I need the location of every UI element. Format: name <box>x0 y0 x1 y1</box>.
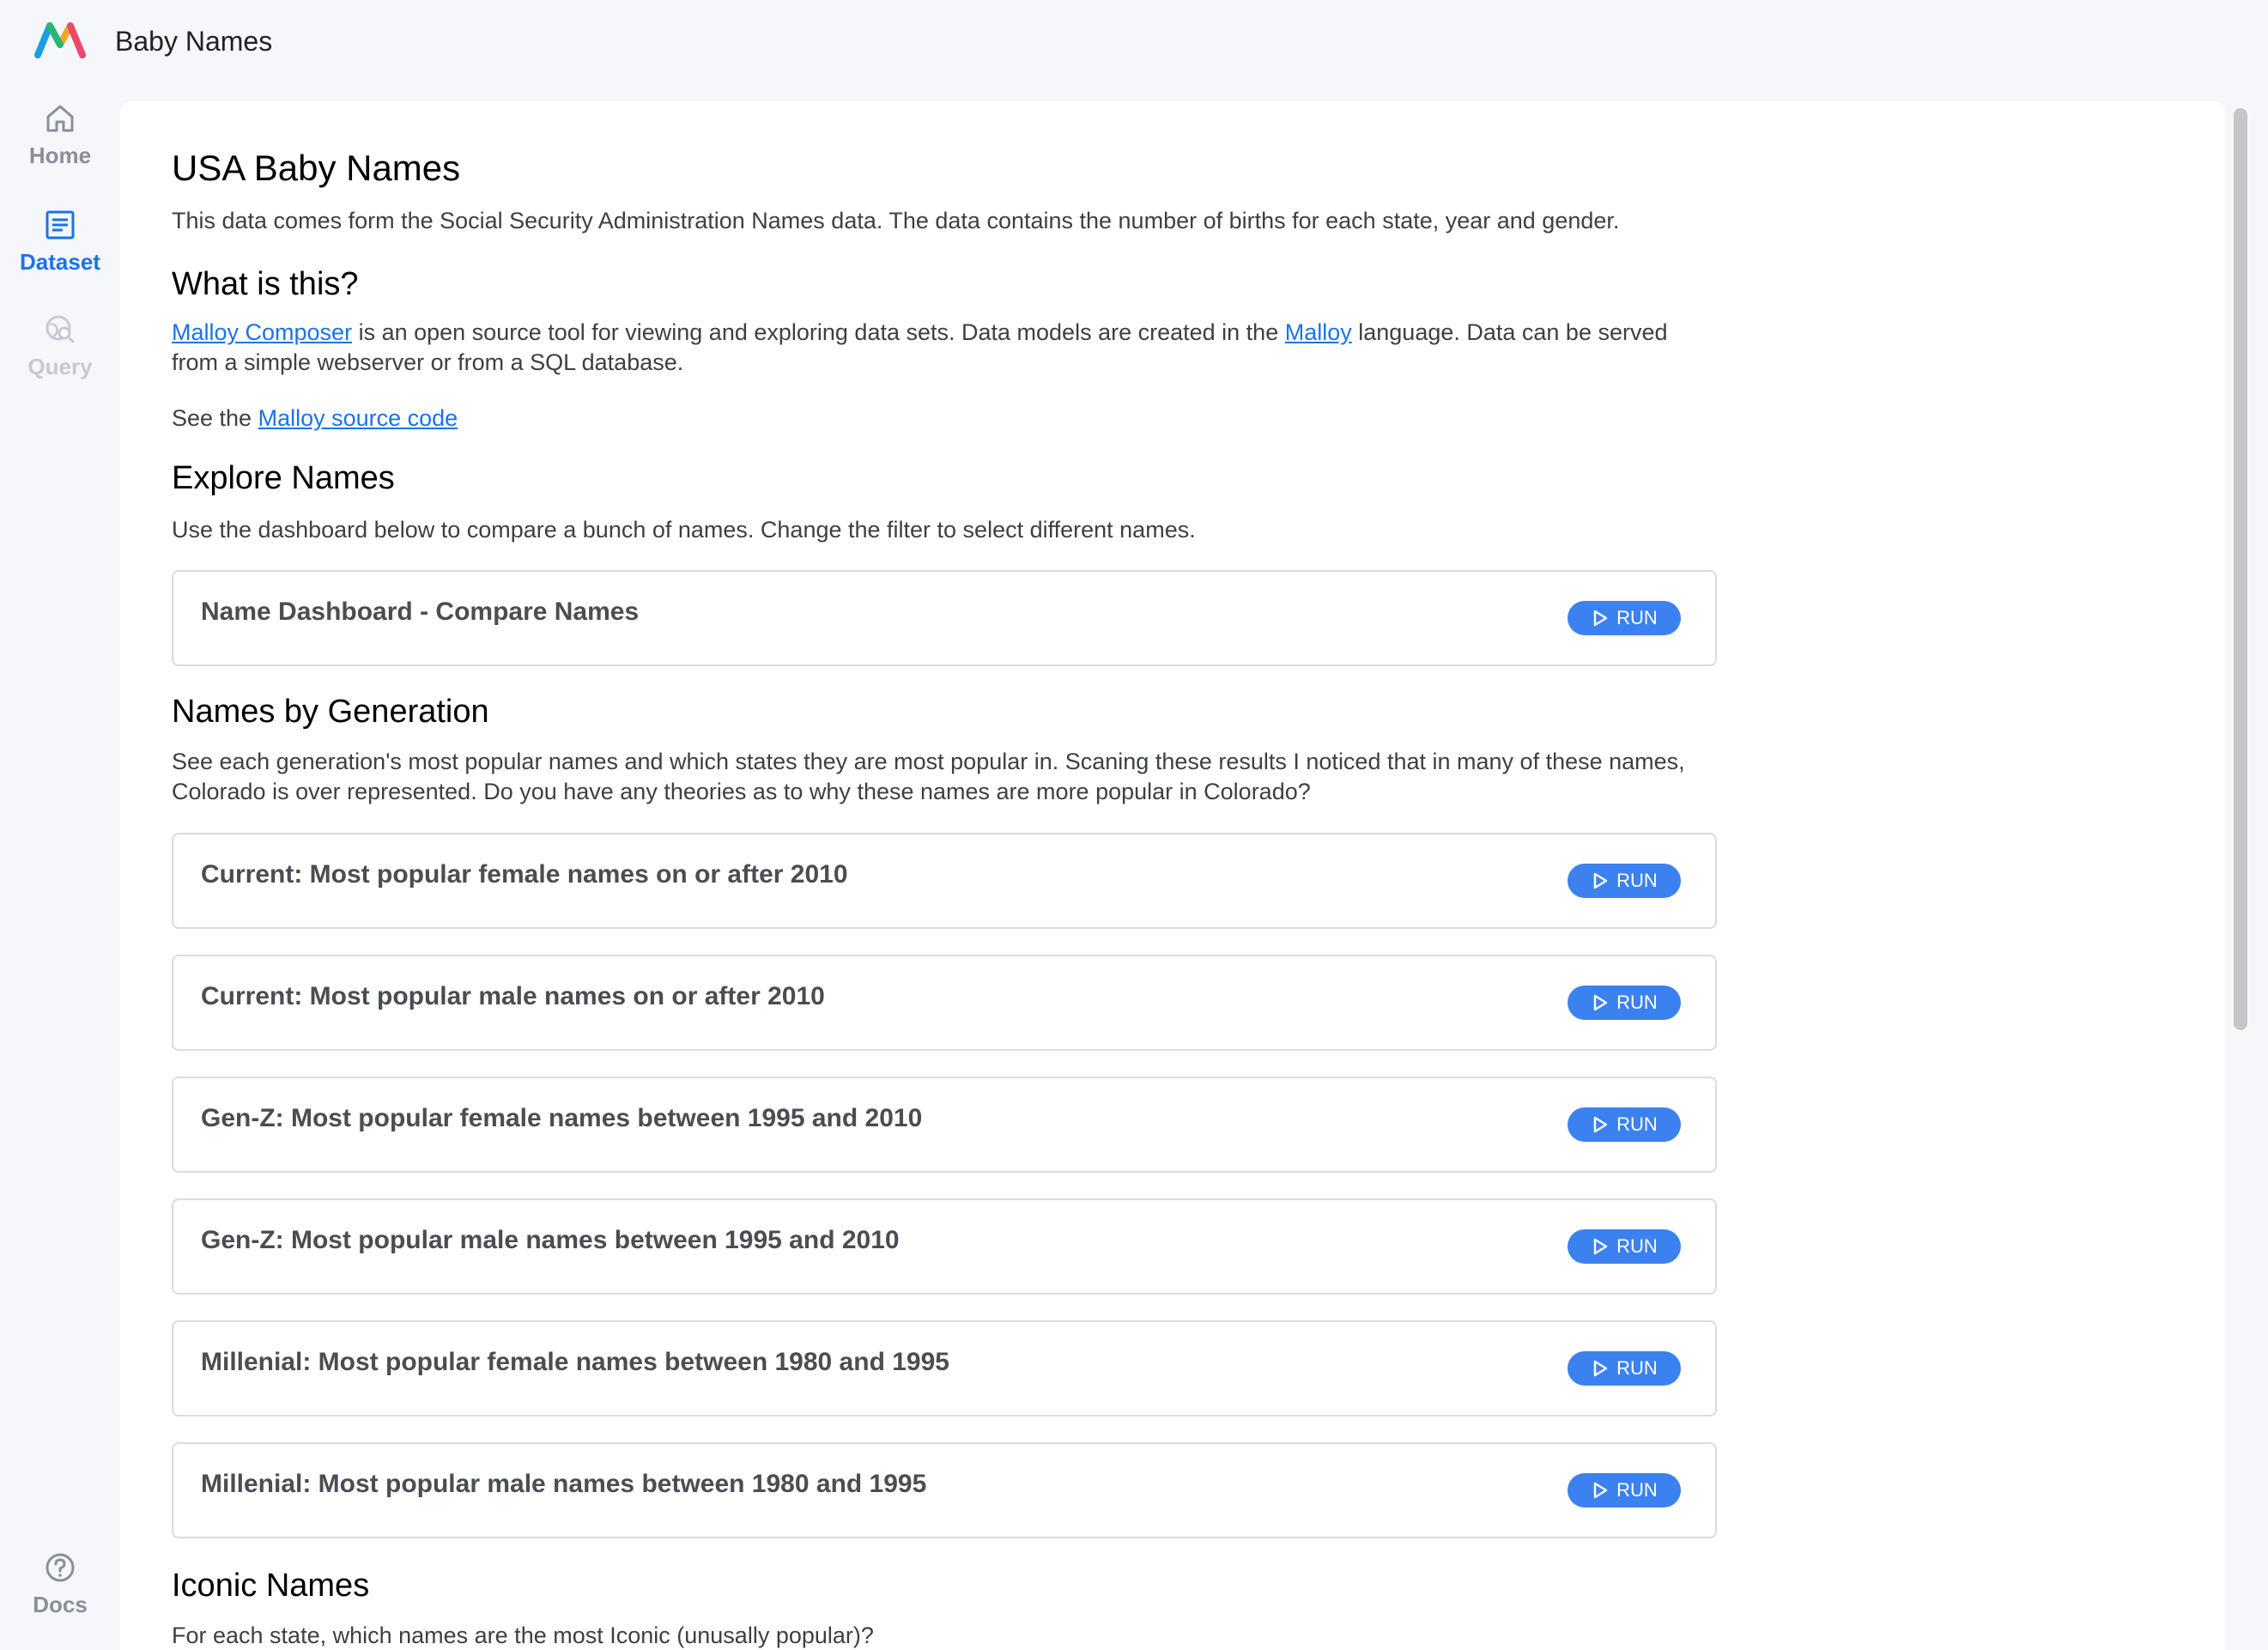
what-text: Malloy Composer is an open source tool f… <box>172 318 1717 378</box>
play-icon <box>1593 1116 1608 1133</box>
run-button-label: RUN <box>1616 607 1658 628</box>
query-card[interactable]: Current: Most popular female names on or… <box>172 833 1717 929</box>
play-icon <box>1593 1360 1608 1377</box>
query-card[interactable]: Name Dashboard - Compare Names RUN <box>172 570 1717 666</box>
run-button-label: RUN <box>1616 1235 1658 1257</box>
play-icon <box>1593 872 1608 889</box>
play-icon <box>1593 1238 1608 1255</box>
run-button-label: RUN <box>1616 870 1658 891</box>
run-button[interactable]: RUN <box>1568 601 1681 635</box>
nav-query[interactable]: Query <box>0 312 120 380</box>
top-bar: Baby Names <box>0 0 2268 101</box>
explore-text: Use the dashboard below to compare a bun… <box>172 517 1196 543</box>
run-button-label: RUN <box>1616 1357 1658 1379</box>
run-button[interactable]: RUN <box>1568 864 1681 898</box>
app-title: Baby Names <box>115 26 273 57</box>
malloy-logo-icon <box>34 22 86 58</box>
app-root: Baby Names Home Dataset Query Docs USA B… <box>0 0 2268 1650</box>
nav-home[interactable]: Home <box>0 101 120 169</box>
nav-home-label: Home <box>28 143 92 168</box>
home-icon <box>46 105 74 132</box>
what-text-part1: is an open source tool for viewing and e… <box>352 319 1285 345</box>
run-button-label: RUN <box>1616 1113 1658 1135</box>
query-card-title: Millenial: Most popular female names bet… <box>201 1348 949 1376</box>
see-source-text: See the Malloy source code <box>172 403 1717 434</box>
nav-query-label: Query <box>27 354 93 379</box>
run-button[interactable]: RUN <box>1568 986 1681 1020</box>
query-card[interactable]: Gen-Z: Most popular male names between 1… <box>172 1198 1717 1295</box>
nav-docs[interactable]: Docs <box>0 1550 120 1618</box>
query-card[interactable]: Millenial: Most popular male names betwe… <box>172 1442 1717 1538</box>
run-button[interactable]: RUN <box>1568 1473 1681 1507</box>
malloy-source-link[interactable]: Malloy source code <box>258 405 458 431</box>
see-prefix: See the <box>172 405 258 431</box>
nav-docs-label: Docs <box>33 1592 88 1617</box>
query-card-title: Current: Most popular male names on or a… <box>201 982 825 1010</box>
scrollbar-thumb[interactable] <box>2234 108 2247 1030</box>
query-card[interactable]: Current: Most popular male names on or a… <box>172 955 1717 1051</box>
intro-text: This data comes form the Social Security… <box>172 208 1620 234</box>
nav-dataset-label: Dataset <box>20 249 100 275</box>
query-card[interactable]: Gen-Z: Most popular female names between… <box>172 1077 1717 1173</box>
nav-dataset[interactable]: Dataset <box>0 208 120 276</box>
generation-heading: Names by Generation <box>172 694 489 730</box>
query-card-title: Gen-Z: Most popular female names between… <box>201 1104 923 1132</box>
run-button[interactable]: RUN <box>1568 1107 1681 1142</box>
run-button[interactable]: RUN <box>1568 1229 1681 1264</box>
play-icon <box>1593 994 1608 1011</box>
main-panel: USA Baby Names This data comes form the … <box>120 101 2225 1650</box>
malloy-link[interactable]: Malloy <box>1285 319 1352 345</box>
generation-text: See each generation's most popular names… <box>172 749 1685 804</box>
page-title: USA Baby Names <box>172 148 461 188</box>
help-icon <box>45 1553 75 1582</box>
what-heading: What is this? <box>172 266 359 302</box>
query-card-title: Current: Most popular female names on or… <box>201 860 848 889</box>
run-button-label: RUN <box>1616 992 1658 1013</box>
document-icon <box>45 210 75 240</box>
play-icon <box>1593 610 1608 627</box>
run-button[interactable]: RUN <box>1568 1351 1681 1386</box>
iconic-text: For each state, which names are the most… <box>172 1623 874 1648</box>
query-card-title: Name Dashboard - Compare Names <box>201 598 640 626</box>
iconic-heading: Iconic Names <box>172 1568 370 1604</box>
run-button-label: RUN <box>1616 1479 1658 1501</box>
malloy-composer-link[interactable]: Malloy Composer <box>172 319 352 345</box>
query-card-title: Millenial: Most popular male names betwe… <box>201 1470 927 1498</box>
query-card-title: Gen-Z: Most popular male names between 1… <box>201 1226 900 1254</box>
nav-rail: Home Dataset Query Docs <box>0 101 120 1650</box>
explore-heading: Explore Names <box>172 460 395 496</box>
query-card[interactable]: Millenial: Most popular female names bet… <box>172 1320 1717 1416</box>
query-globe-icon <box>45 315 75 343</box>
play-icon <box>1593 1482 1608 1499</box>
